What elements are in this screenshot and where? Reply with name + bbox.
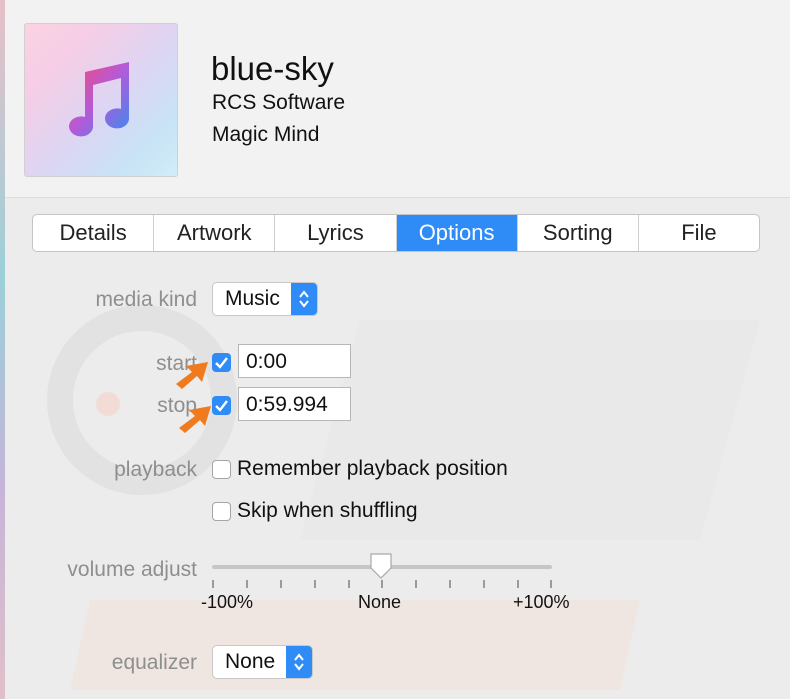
equalizer-value: None	[225, 650, 276, 673]
tab-options[interactable]: Options	[396, 215, 518, 251]
media-kind-popup[interactable]: Music	[212, 282, 318, 316]
tab-details[interactable]: Details	[33, 215, 155, 251]
slider-tick	[348, 580, 350, 588]
start-time-field[interactable]: 0:00	[238, 344, 351, 378]
tab-lyrics[interactable]: Lyrics	[275, 215, 397, 251]
annotation-arrow-icon	[179, 406, 211, 433]
start-checkbox[interactable]	[212, 353, 231, 372]
tab-file[interactable]: File	[639, 215, 759, 251]
volume-min-label: -100%	[201, 592, 254, 612]
stepper-icon	[286, 646, 312, 678]
slider-tick	[415, 580, 417, 588]
media-kind-value: Music	[225, 287, 280, 310]
slider-tick	[381, 580, 383, 588]
tab-artwork[interactable]: Artwork	[154, 215, 276, 251]
slider-tick	[483, 580, 485, 588]
volume-max-label: +100%	[513, 592, 570, 612]
skip-shuffling-label[interactable]: Skip when shuffling	[237, 499, 418, 523]
slider-tick	[280, 580, 282, 588]
slider-tick	[550, 580, 552, 588]
volume-adjust-label: volume adjust	[67, 558, 197, 581]
remember-position-label[interactable]: Remember playback position	[237, 457, 508, 481]
tab-sorting[interactable]: Sorting	[518, 215, 639, 251]
equalizer-label: equalizer	[111, 651, 197, 674]
slider-tick	[449, 580, 451, 588]
slider-knob-icon[interactable]	[368, 552, 394, 580]
slider-tick	[314, 580, 316, 588]
stop-time-field[interactable]: 0:59.994	[238, 387, 351, 421]
annotation-arrow-icon	[176, 362, 208, 389]
remember-position-checkbox[interactable]	[212, 460, 231, 479]
equalizer-popup[interactable]: None	[212, 645, 313, 679]
stepper-icon	[291, 283, 317, 315]
volume-mid-label: None	[358, 592, 402, 612]
slider-tick	[517, 580, 519, 588]
playback-label: playback	[114, 458, 197, 481]
checkmark-icon	[215, 357, 228, 369]
tab-bar: Details Artwork Lyrics Options Sorting F…	[32, 214, 760, 252]
stop-label: stop	[157, 394, 197, 417]
media-kind-label: media kind	[95, 288, 197, 311]
skip-shuffling-checkbox[interactable]	[212, 502, 231, 521]
slider-tick	[212, 580, 214, 588]
slider-tick	[246, 580, 248, 588]
